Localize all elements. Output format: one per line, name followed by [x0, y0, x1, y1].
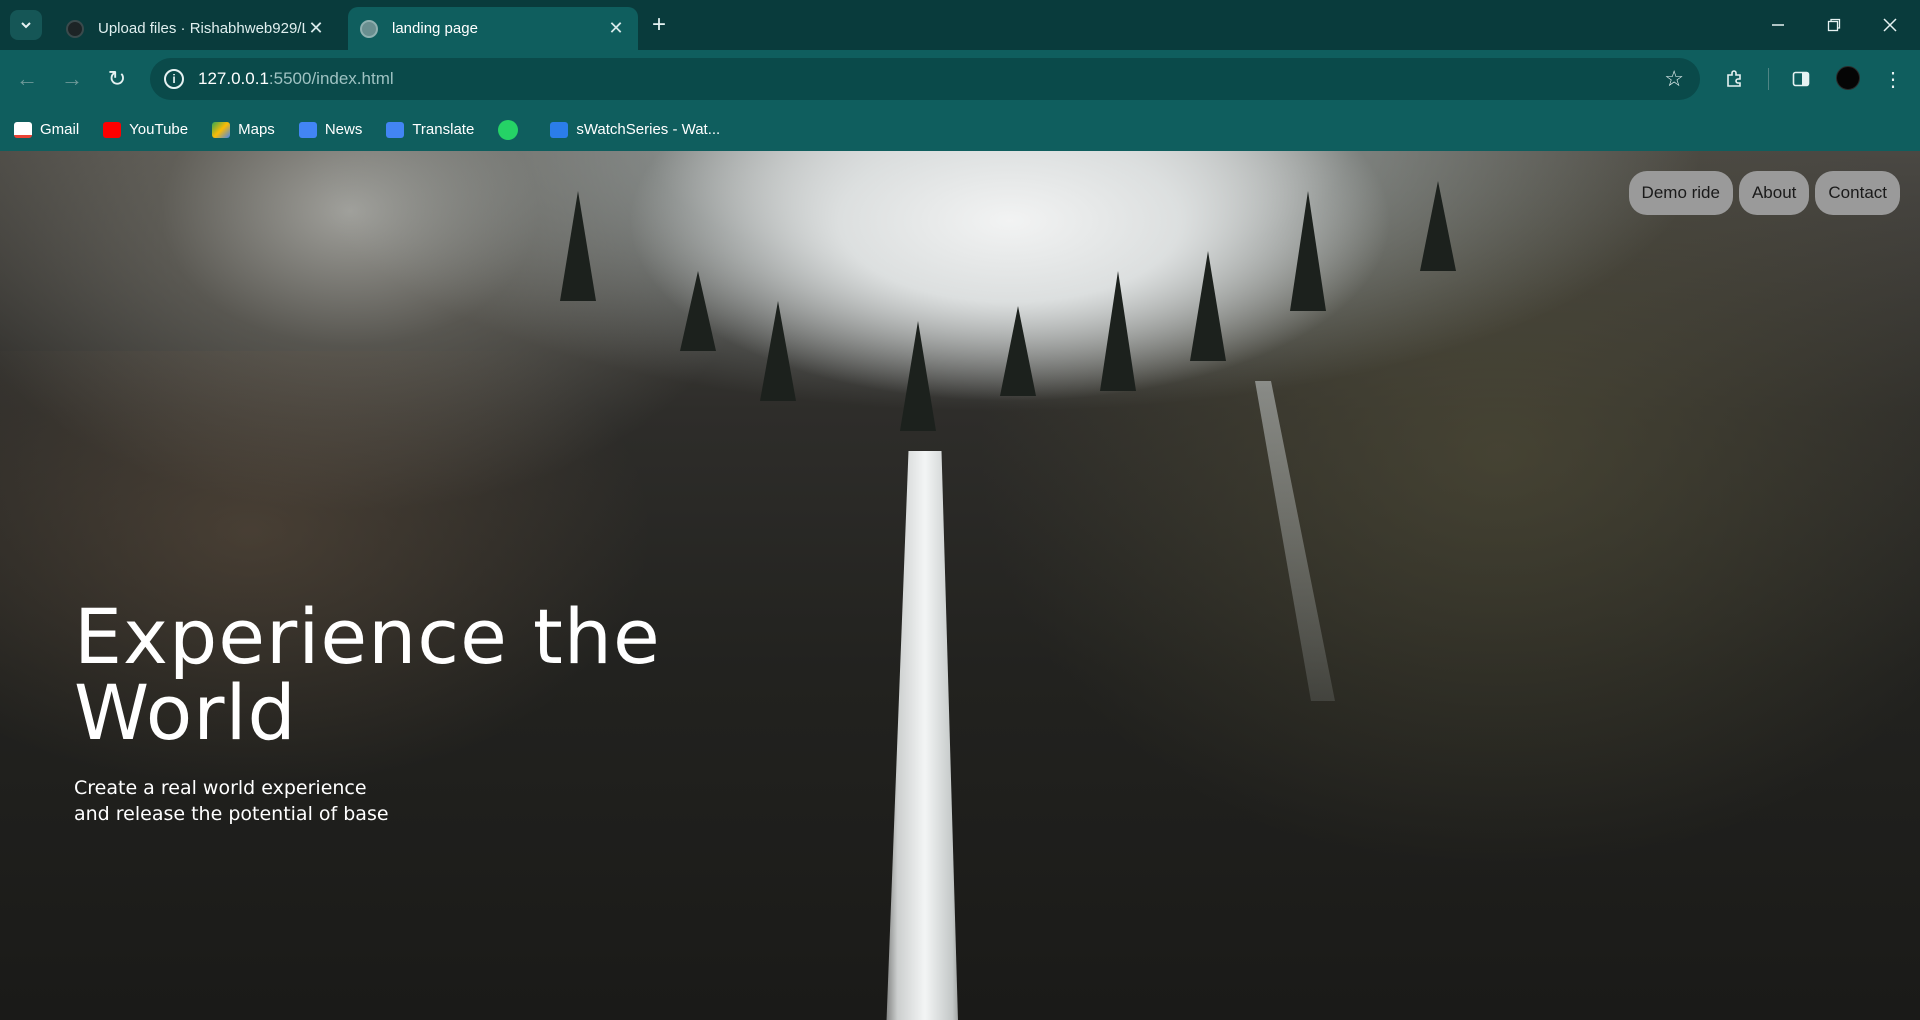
close-icon[interactable]: ✕	[606, 18, 626, 39]
address-bar[interactable]: i 127.0.0.1:5500/index.html ☆	[150, 58, 1700, 100]
waterfall-stream	[1255, 381, 1335, 701]
tree-silhouette	[760, 301, 796, 401]
nav-contact[interactable]: Contact	[1815, 171, 1900, 215]
bookmark-swatchseries[interactable]: sWatchSeries - Wat...	[550, 121, 720, 138]
extensions-button[interactable]	[1718, 62, 1752, 96]
site-info-icon[interactable]: i	[164, 69, 184, 89]
tab-upload-files[interactable]: Upload files · Rishabhweb929/L ✕	[54, 7, 338, 50]
tree-silhouette	[1420, 181, 1456, 271]
site-nav: Demo ride About Contact	[1628, 171, 1900, 215]
reload-button[interactable]: ↻	[100, 62, 134, 96]
bookmark-label: Gmail	[40, 121, 80, 138]
bookmark-gmail[interactable]: Gmail	[14, 121, 79, 138]
hero-title: Experience the World	[74, 592, 661, 757]
nav-demo-ride[interactable]: Demo ride	[1628, 171, 1733, 215]
bookmark-label: News	[324, 121, 363, 138]
bookmark-label: Maps	[238, 121, 275, 138]
hero-section: Experience the World Create a real world…	[74, 599, 694, 827]
globe-icon	[360, 19, 378, 38]
tree-silhouette	[1100, 271, 1136, 391]
plus-icon: +	[652, 11, 667, 38]
bookmark-youtube[interactable]: YouTube	[103, 121, 188, 138]
bookmark-star-icon[interactable]: ☆	[1664, 66, 1684, 92]
news-icon	[298, 121, 317, 138]
minimize-button[interactable]	[1758, 10, 1798, 40]
close-window-button[interactable]	[1870, 10, 1910, 40]
side-panel-button[interactable]	[1784, 62, 1818, 96]
tree-silhouette	[1290, 191, 1326, 311]
tree-silhouette	[900, 321, 936, 431]
bookmark-news[interactable]: News	[298, 121, 363, 138]
reload-icon: ↻	[107, 66, 127, 91]
tab-strip: Upload files · Rishabhweb929/L ✕ landing…	[0, 0, 1920, 50]
back-button[interactable]: ←	[10, 62, 44, 96]
bookmark-label: Translate	[412, 121, 475, 138]
toolbar-divider	[1768, 68, 1769, 90]
arrow-left-icon: ←	[16, 66, 38, 91]
nav-about[interactable]: About	[1738, 171, 1810, 215]
bookmarks-bar: Gmail YouTube Maps News Translate sWatch…	[0, 108, 1920, 151]
youtube-icon	[103, 121, 122, 138]
restore-icon	[1827, 18, 1841, 32]
more-vertical-icon: ⋮	[1883, 68, 1903, 91]
bookmark-whatsapp[interactable]	[498, 119, 526, 140]
hero-subtitle: Create a real world experience and relea…	[74, 777, 389, 825]
bookmark-label: YouTube	[129, 121, 189, 138]
whatsapp-icon	[498, 119, 519, 140]
page-viewport: Demo ride About Contact Experience the W…	[0, 151, 1920, 1020]
tab-title: Upload files · Rishabhweb929/L	[98, 20, 306, 37]
tree-silhouette	[1190, 251, 1226, 361]
bookmark-label: sWatchSeries - Wat...	[576, 121, 721, 138]
gmail-icon	[14, 121, 32, 138]
tab-title: landing page	[392, 20, 478, 37]
url-text[interactable]: 127.0.0.1:5500/index.html	[198, 69, 394, 89]
puzzle-icon	[1727, 70, 1741, 87]
github-icon	[66, 19, 84, 38]
new-tab-button[interactable]: +	[652, 12, 666, 38]
tab-landing-page[interactable]: landing page ✕	[348, 7, 638, 50]
url-host: 127.0.0.1	[198, 69, 269, 88]
menu-button[interactable]: ⋮	[1876, 62, 1910, 96]
minimize-icon	[1772, 24, 1784, 26]
swatchseries-icon	[550, 121, 569, 138]
close-icon[interactable]: ✕	[306, 18, 326, 39]
bookmark-translate[interactable]: Translate	[386, 121, 474, 138]
maps-icon	[212, 121, 231, 138]
tree-silhouette	[1000, 306, 1036, 396]
chevron-down-icon	[21, 22, 31, 29]
bookmark-maps[interactable]: Maps	[212, 121, 275, 138]
close-icon	[1883, 18, 1897, 32]
arrow-right-icon: →	[61, 66, 83, 91]
browser-toolbar: ← → ↻ i 127.0.0.1:5500/index.html ☆ ⋮	[0, 50, 1920, 108]
restore-button[interactable]	[1814, 10, 1854, 40]
tab-search-button[interactable]	[10, 10, 42, 40]
translate-icon	[386, 121, 405, 138]
url-path: :5500/index.html	[268, 69, 394, 88]
forward-button[interactable]: →	[55, 62, 89, 96]
tree-silhouette	[560, 191, 596, 301]
tree-silhouette	[680, 271, 716, 351]
profile-avatar[interactable]	[1836, 66, 1860, 90]
side-panel-icon	[1792, 71, 1810, 87]
